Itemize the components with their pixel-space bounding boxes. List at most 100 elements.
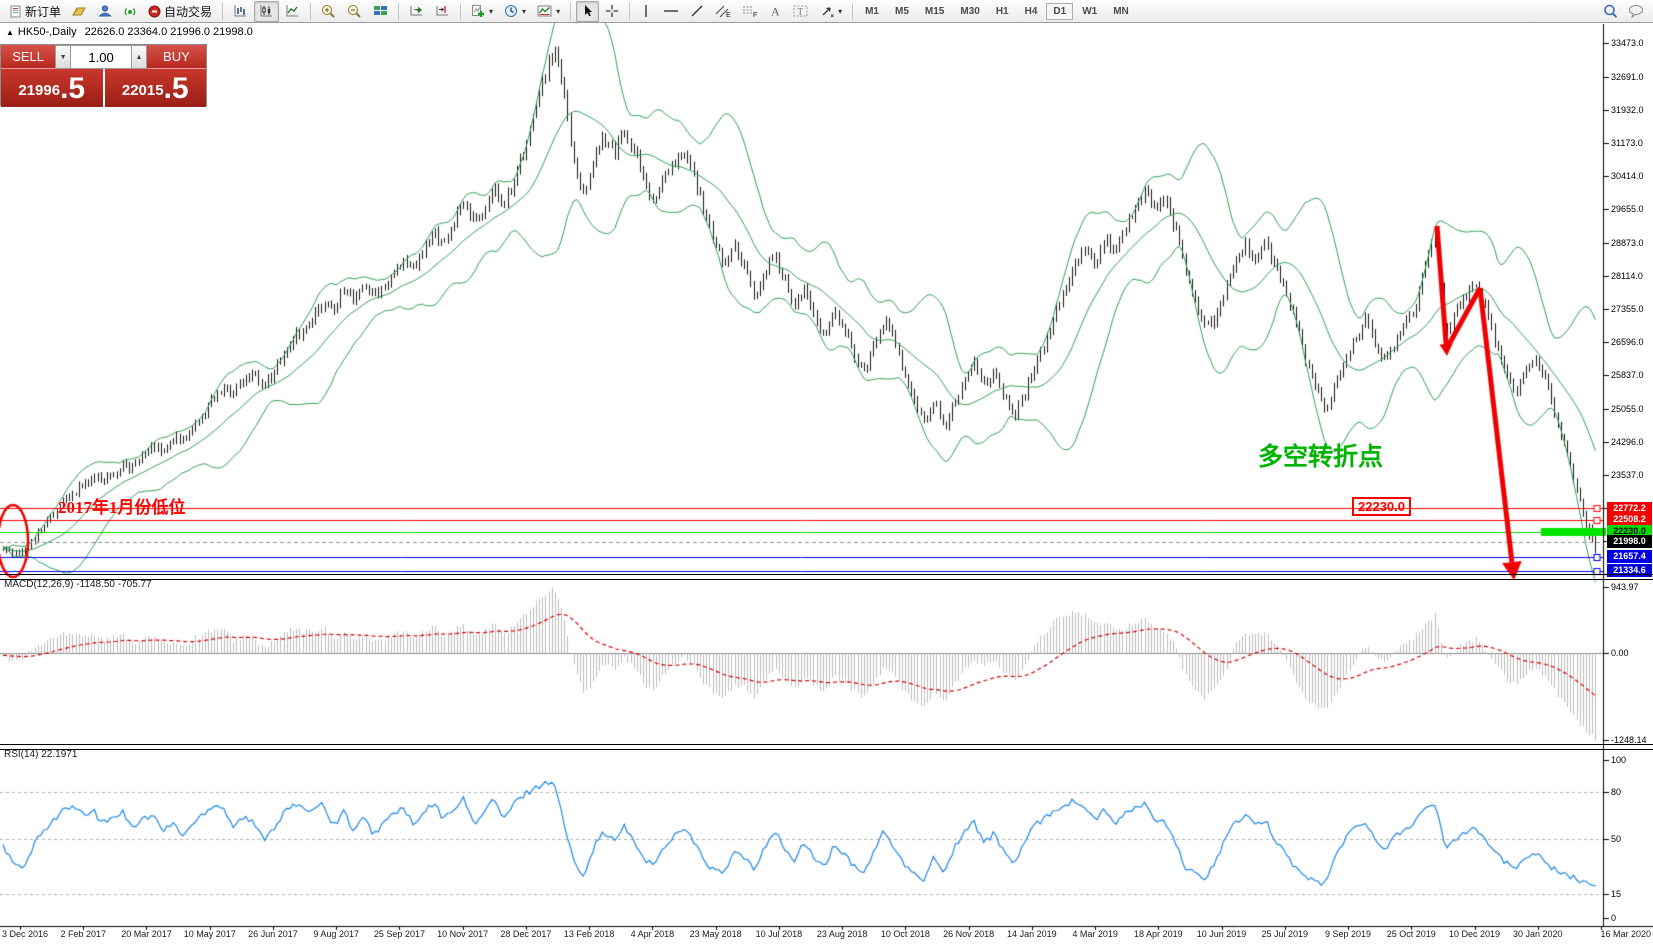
sell-price-dec: .5 bbox=[60, 74, 85, 104]
price-tick-label: 27355.0 bbox=[1611, 304, 1644, 314]
equidistant-channel-button[interactable]: E bbox=[710, 1, 736, 22]
bar-chart-button[interactable] bbox=[228, 1, 253, 22]
date-label: 10 Oct 2018 bbox=[881, 929, 930, 939]
chat-icon bbox=[1628, 4, 1644, 18]
price-tick-label: 26596.0 bbox=[1611, 337, 1644, 347]
templates-dropdown-caret[interactable]: ▾ bbox=[556, 7, 560, 16]
date-label: 18 Apr 2019 bbox=[1134, 929, 1183, 939]
timeframe-button-w1[interactable]: W1 bbox=[1075, 3, 1104, 20]
timeframe-button-m30[interactable]: M30 bbox=[953, 3, 986, 20]
sell-price[interactable]: 21996.5 bbox=[1, 69, 103, 107]
date-label: 10 May 2017 bbox=[184, 929, 236, 939]
indicators-button[interactable]: ▾ bbox=[466, 1, 498, 22]
buy-button[interactable]: BUY bbox=[147, 45, 206, 69]
cursor-button[interactable] bbox=[576, 1, 599, 22]
arrows-tool-button[interactable]: ▾ bbox=[815, 1, 847, 22]
periods-button[interactable]: ▾ bbox=[499, 1, 531, 22]
signal-icon bbox=[123, 4, 137, 18]
community-button[interactable] bbox=[93, 1, 117, 22]
timeframe-group: M1M5M15M30H1H4D1W1MN bbox=[858, 3, 1136, 20]
new-order-icon bbox=[9, 5, 22, 18]
timeframe-button-m15[interactable]: M15 bbox=[918, 3, 951, 20]
date-label: 26 Nov 2018 bbox=[943, 929, 994, 939]
date-axis[interactable]: 3 Dec 20162 Feb 201720 Mar 201710 May 20… bbox=[0, 929, 1653, 943]
horizontal-line-button[interactable] bbox=[658, 1, 684, 22]
text-a-icon: A bbox=[769, 4, 782, 18]
toolbar-separator bbox=[852, 3, 853, 20]
chart-shift-button[interactable] bbox=[430, 1, 455, 22]
macd-tick-label: 943.97 bbox=[1611, 582, 1639, 592]
tile-windows-icon bbox=[373, 4, 388, 18]
date-label: 26 Jun 2017 bbox=[248, 929, 298, 939]
price-axis[interactable]: 33473.032691.031932.031173.030414.029655… bbox=[1604, 0, 1653, 944]
chart-canvas[interactable] bbox=[0, 0, 1653, 944]
auto-scroll-button[interactable] bbox=[404, 1, 429, 22]
rsi-tick-label: 100 bbox=[1611, 755, 1626, 765]
rsi-tick-label: 15 bbox=[1611, 889, 1621, 899]
line-chart-button[interactable] bbox=[280, 1, 305, 22]
rsi-tick-label: 50 bbox=[1611, 834, 1621, 844]
date-label: 10 Nov 2017 bbox=[437, 929, 488, 939]
collapse-panel-icon[interactable]: ▲ bbox=[6, 28, 14, 37]
autotrading-button[interactable]: 自动交易 bbox=[143, 1, 217, 22]
zoom-out-icon bbox=[347, 4, 362, 19]
sell-button[interactable]: SELL bbox=[1, 45, 55, 69]
date-label: 9 Sep 2019 bbox=[1325, 929, 1371, 939]
search-button[interactable] bbox=[1598, 1, 1623, 22]
cursor-icon bbox=[581, 4, 594, 18]
date-label: 14 Jan 2019 bbox=[1007, 929, 1057, 939]
candlestick-chart-button[interactable] bbox=[254, 1, 279, 22]
arrows-dropdown-caret[interactable]: ▾ bbox=[838, 7, 842, 16]
chat-button[interactable] bbox=[1623, 1, 1649, 22]
text-label-button[interactable]: T bbox=[788, 1, 814, 22]
volume-increase-button[interactable]: ▲ bbox=[131, 45, 147, 69]
buy-price-int: 22015 bbox=[122, 78, 164, 104]
svg-text:F: F bbox=[753, 12, 757, 18]
zoom-in-button[interactable] bbox=[316, 1, 341, 22]
crosshair-button[interactable] bbox=[600, 1, 624, 22]
date-label: 25 Sep 2017 bbox=[374, 929, 425, 939]
one-click-trade-panel: SELL ▼ ▲ BUY 21996.5 22015.5 bbox=[0, 44, 207, 106]
price-tick-label: 25055.0 bbox=[1611, 404, 1644, 414]
price-tick-label: 25837.0 bbox=[1611, 370, 1644, 380]
arrows-tool-icon bbox=[820, 4, 834, 18]
templates-button[interactable]: ▾ bbox=[532, 1, 565, 22]
open-chart-button[interactable] bbox=[67, 1, 92, 22]
buy-price[interactable]: 22015.5 bbox=[105, 69, 207, 107]
timeframe-button-mn[interactable]: MN bbox=[1106, 3, 1136, 20]
signals-button[interactable] bbox=[118, 1, 142, 22]
fibonacci-button[interactable]: F bbox=[737, 1, 763, 22]
annotation-price-box[interactable]: 22230.0 bbox=[1352, 497, 1411, 516]
date-label: 28 Dec 2017 bbox=[500, 929, 551, 939]
timeframe-button-m5[interactable]: M5 bbox=[888, 3, 916, 20]
trendline-button[interactable] bbox=[685, 1, 709, 22]
date-label: 13 Feb 2018 bbox=[564, 929, 615, 939]
tile-windows-button[interactable] bbox=[368, 1, 393, 22]
crosshair-icon bbox=[605, 4, 619, 18]
date-label: 25 Jul 2019 bbox=[1262, 929, 1309, 939]
volume-input[interactable] bbox=[71, 45, 131, 69]
templates-icon bbox=[537, 4, 552, 18]
horizontal-line-icon bbox=[663, 4, 679, 18]
svg-text:E: E bbox=[726, 12, 731, 18]
channel-icon: E bbox=[715, 4, 731, 18]
timeframe-button-h4[interactable]: H4 bbox=[1018, 3, 1045, 20]
price-tick-label: 28114.0 bbox=[1611, 271, 1643, 281]
text-button[interactable]: A bbox=[764, 1, 787, 22]
zoom-out-button[interactable] bbox=[342, 1, 367, 22]
annotation-2017-jan-low[interactable]: 2017年1月份低位 bbox=[58, 493, 186, 518]
macd-rsi-separator[interactable] bbox=[0, 744, 1653, 750]
price-tick-label: 33473.0 bbox=[1611, 38, 1644, 48]
timeframe-button-h1[interactable]: H1 bbox=[989, 3, 1016, 20]
annotation-turning-point[interactable]: 多空转折点 bbox=[1258, 437, 1383, 473]
timeframe-button-m1[interactable]: M1 bbox=[858, 3, 886, 20]
indicators-dropdown-caret[interactable]: ▾ bbox=[489, 7, 493, 16]
periods-dropdown-caret[interactable]: ▾ bbox=[522, 7, 526, 16]
chart-title: ▲HK50-,Daily22626.0 23364.0 21996.0 2199… bbox=[6, 26, 253, 38]
sell-price-int: 21996 bbox=[18, 78, 60, 104]
new-order-button[interactable]: 新订单 bbox=[4, 1, 66, 22]
volume-decrease-button[interactable]: ▼ bbox=[55, 45, 71, 69]
vertical-line-button[interactable] bbox=[635, 1, 657, 22]
main-macd-separator[interactable] bbox=[0, 574, 1653, 580]
timeframe-button-d1[interactable]: D1 bbox=[1046, 3, 1073, 20]
